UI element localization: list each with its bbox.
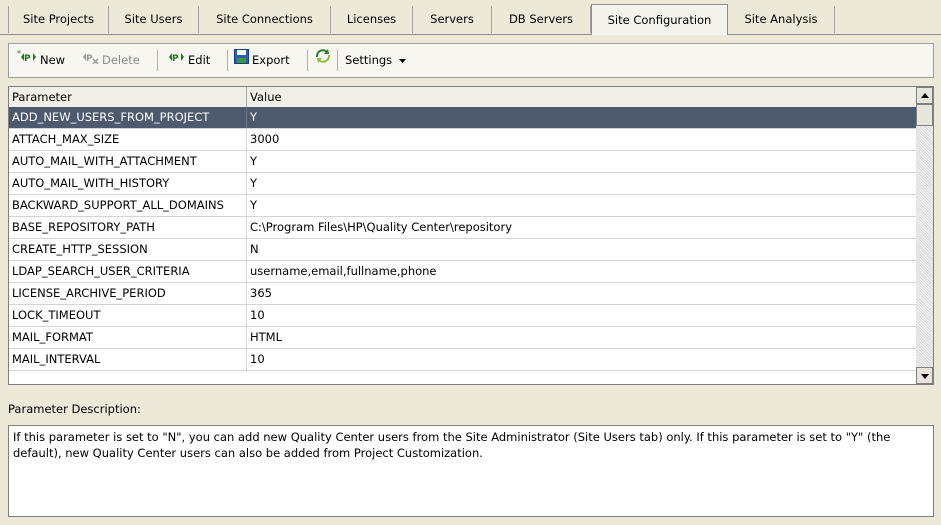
scroll-down-button[interactable] [916, 367, 933, 384]
table-row[interactable]: MAIL_FORMAT HTML [9, 327, 916, 349]
tab-site-users[interactable]: Site Users [109, 6, 199, 33]
tab-site-connections[interactable]: Site Connections [199, 6, 331, 33]
tab-db-servers[interactable]: DB Servers [492, 6, 591, 33]
delete-button[interactable]: P Delete [79, 44, 140, 77]
table-row[interactable]: BASE_REPOSITORY_PATH C:\Program Files\HP… [9, 217, 916, 239]
delete-button-label: Delete [102, 53, 140, 67]
export-button-label: Export [252, 53, 290, 67]
table-row[interactable]: MAIL_INTERVAL 10 [9, 349, 916, 371]
parameter-cell: ATTACH_MAX_SIZE [9, 129, 247, 150]
value-cell: 3000 [250, 132, 280, 146]
value-cell: Y [250, 154, 258, 168]
tab-site-analysis[interactable]: Site Analysis [728, 6, 835, 33]
refresh-button[interactable] [314, 44, 335, 77]
new-button[interactable]: * P New [17, 44, 65, 77]
parameter-cell: MAIL_INTERVAL [9, 349, 247, 370]
new-button-label: New [40, 53, 66, 67]
parameter-cell: LICENSE_ARCHIVE_PERIOD [9, 283, 247, 304]
parameter-cell: CREATE_HTTP_SESSION [9, 239, 247, 260]
tab-site-configuration[interactable]: Site Configuration [591, 4, 728, 35]
parameter-cell: BACKWARD_SUPPORT_ALL_DOMAINS [9, 195, 247, 216]
scroll-up-button[interactable] [916, 87, 933, 104]
column-header-parameter[interactable]: Parameter [9, 87, 247, 107]
parameter-cell: AUTO_MAIL_WITH_ATTACHMENT [9, 151, 247, 172]
value-cell: C:\Program Files\HP\Quality Center\repos… [250, 220, 513, 234]
toolbar-separator [227, 50, 228, 71]
value-cell: 10 [250, 308, 265, 322]
table-row[interactable]: BACKWARD_SUPPORT_ALL_DOMAINS Y [9, 195, 916, 217]
save-disk-icon [234, 44, 249, 77]
svg-text:*: * [17, 50, 21, 58]
tab-bar: Site Projects Site Users Site Connection… [0, 0, 941, 35]
tab-servers[interactable]: Servers [413, 6, 492, 33]
edit-parameter-icon: P [165, 44, 185, 77]
vertical-scrollbar[interactable] [916, 87, 933, 384]
parameter-cell: LDAP_SEARCH_USER_CRITERIA [9, 261, 247, 282]
svg-text:P: P [24, 54, 31, 64]
arrow-up-icon [921, 93, 929, 98]
edit-button-label: Edit [188, 53, 211, 67]
value-cell: N [250, 242, 259, 256]
edit-button[interactable]: P Edit [165, 44, 210, 77]
delete-parameter-icon: P [79, 44, 99, 77]
new-parameter-icon: * P [17, 44, 37, 77]
parameter-description-label: Parameter Description: [8, 402, 141, 416]
toolbar-separator [157, 50, 158, 71]
value-cell: HTML [250, 330, 283, 344]
chevron-down-icon [398, 44, 406, 77]
value-cell: Y [250, 198, 258, 212]
parameter-cell: MAIL_FORMAT [9, 327, 247, 348]
parameter-cell: ADD_NEW_USERS_FROM_PROJECT [9, 107, 247, 128]
table-row[interactable]: LICENSE_ARCHIVE_PERIOD 365 [9, 283, 916, 305]
parameter-cell: LOCK_TIMEOUT [9, 305, 247, 326]
toolbar: * P New P Delete P Edit Export Settings [8, 43, 934, 78]
table-row[interactable]: AUTO_MAIL_WITH_HISTORY Y [9, 173, 916, 195]
value-cell: username,email,fullname,phone [250, 264, 437, 278]
parameter-cell: BASE_REPOSITORY_PATH [9, 217, 247, 238]
value-cell: Y [250, 110, 258, 124]
refresh-icon [314, 44, 332, 77]
parameters-grid: Parameter Value ADD_NEW_USERS_FROM_PROJE… [8, 86, 934, 385]
tab-site-projects[interactable]: Site Projects [8, 6, 109, 33]
parameter-cell: AUTO_MAIL_WITH_HISTORY [9, 173, 247, 194]
grid-header: Parameter Value [9, 87, 916, 108]
tab-divider [0, 34, 941, 35]
value-cell: Y [250, 176, 258, 190]
toolbar-separator [337, 50, 338, 71]
scrollbar-track[interactable] [916, 126, 933, 367]
parameter-description-text: If this parameter is set to "N", you can… [8, 425, 934, 517]
scrollbar-thumb[interactable] [916, 104, 933, 126]
table-row[interactable]: LDAP_SEARCH_USER_CRITERIA username,email… [9, 261, 916, 283]
export-button[interactable]: Export [234, 44, 290, 77]
svg-text:P: P [172, 54, 179, 64]
column-header-value[interactable]: Value [247, 87, 916, 107]
settings-dropdown[interactable]: Settings [345, 44, 409, 77]
svg-text:P: P [86, 54, 93, 64]
grid-body: ADD_NEW_USERS_FROM_PROJECT Y ATTACH_MAX_… [9, 107, 916, 371]
table-row[interactable]: AUTO_MAIL_WITH_ATTACHMENT Y [9, 151, 916, 173]
arrow-down-icon [921, 374, 929, 379]
table-row[interactable]: LOCK_TIMEOUT 10 [9, 305, 916, 327]
table-row[interactable]: ADD_NEW_USERS_FROM_PROJECT Y [9, 107, 916, 129]
value-cell: 10 [250, 352, 265, 366]
table-row[interactable]: CREATE_HTTP_SESSION N [9, 239, 916, 261]
settings-label: Settings [345, 53, 393, 67]
toolbar-separator [307, 50, 308, 71]
value-cell: 365 [250, 286, 272, 300]
tab-licenses[interactable]: Licenses [331, 6, 413, 33]
table-row[interactable]: ATTACH_MAX_SIZE 3000 [9, 129, 916, 151]
